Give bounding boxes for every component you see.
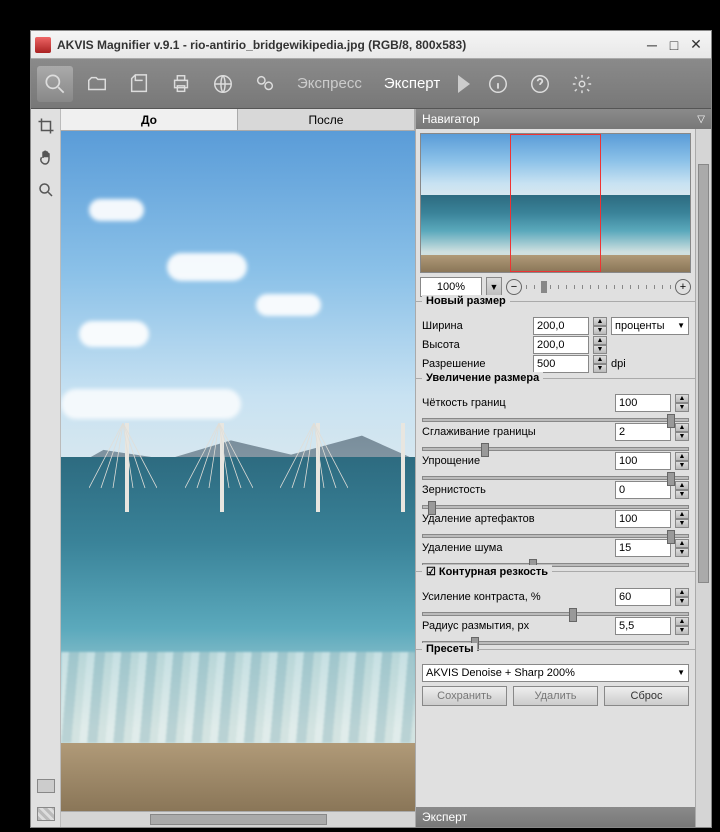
smooth-slider[interactable] — [422, 447, 689, 451]
run-button[interactable] — [458, 75, 470, 93]
save-icon[interactable] — [121, 66, 157, 102]
resolution-label: Разрешение — [422, 358, 529, 370]
settings-icon[interactable] — [564, 66, 600, 102]
tab-after[interactable]: После — [238, 109, 415, 130]
web-icon[interactable] — [205, 66, 241, 102]
window-title: AKVIS Magnifier v.9.1 - rio-antirio_brid… — [57, 38, 641, 52]
section-newsize: Новый размер — [422, 295, 510, 307]
print-icon[interactable] — [163, 66, 199, 102]
close-button[interactable]: ✕ — [685, 36, 707, 54]
expert-mode[interactable]: Эксперт — [376, 75, 448, 92]
navigator-title: Навигатор — [422, 112, 480, 126]
section-enlarge: Увеличение размера — [422, 372, 543, 384]
radius-input[interactable]: 5,5 — [615, 617, 671, 635]
height-input[interactable]: 200,0 — [533, 336, 589, 354]
navigator-preview[interactable] — [420, 133, 691, 273]
zoom-dropdown[interactable]: ▼ — [486, 277, 502, 297]
edge-slider[interactable] — [422, 418, 689, 422]
delete-preset-button[interactable]: Удалить — [513, 686, 598, 706]
crop-icon[interactable] — [35, 115, 57, 137]
contrast-input[interactable]: 60 — [615, 588, 671, 606]
zoom-slider[interactable] — [526, 285, 671, 289]
smooth-input[interactable]: 2 — [615, 423, 671, 441]
zoom-in-icon[interactable]: + — [675, 279, 691, 295]
vertical-scrollbar[interactable] — [695, 129, 711, 827]
hand-icon[interactable] — [35, 147, 57, 169]
express-mode[interactable]: Экспресс — [289, 75, 370, 92]
section-presets: Пресеты — [422, 643, 477, 655]
open-icon[interactable] — [79, 66, 115, 102]
tab-before[interactable]: До — [61, 109, 238, 130]
preset-select[interactable]: AKVIS Denoise + Sharp 200%▼ — [422, 664, 689, 682]
spin-down[interactable]: ▼ — [593, 326, 607, 335]
simplify-input[interactable]: 100 — [615, 452, 671, 470]
image-canvas[interactable] — [61, 131, 415, 811]
zoom-out-icon[interactable]: − — [506, 279, 522, 295]
app-icon — [35, 37, 51, 53]
edge-input[interactable]: 100 — [615, 394, 671, 412]
maximize-button[interactable]: □ — [663, 36, 685, 54]
horizontal-scrollbar[interactable] — [61, 811, 415, 827]
width-input[interactable]: 200,0 — [533, 317, 589, 335]
zoom-icon[interactable] — [35, 179, 57, 201]
batch-icon[interactable] — [247, 66, 283, 102]
help-icon[interactable] — [522, 66, 558, 102]
simplify-slider[interactable] — [422, 476, 689, 480]
artifact-slider[interactable] — [422, 534, 689, 538]
swatch-1[interactable] — [37, 779, 55, 793]
grain-slider[interactable] — [422, 505, 689, 509]
save-preset-button[interactable]: Сохранить — [422, 686, 507, 706]
width-label: Ширина — [422, 320, 529, 332]
reset-preset-button[interactable]: Сброс — [604, 686, 689, 706]
spin-up[interactable]: ▲ — [593, 317, 607, 326]
collapse-icon[interactable]: ▽ — [697, 114, 705, 125]
swatch-2[interactable] — [37, 807, 55, 821]
resolution-input[interactable]: 500 — [533, 355, 589, 373]
noise-input[interactable]: 15 — [615, 539, 671, 557]
section-unsharp[interactable]: Контурная резкость — [422, 565, 552, 578]
footer-label: Эксперт — [422, 810, 467, 824]
artifact-input[interactable]: 100 — [615, 510, 671, 528]
units-select[interactable]: проценты▼ — [611, 317, 689, 335]
height-label: Высота — [422, 339, 529, 351]
magnifier-tool-icon[interactable] — [37, 66, 73, 102]
grain-input[interactable]: 0 — [615, 481, 671, 499]
zoom-value[interactable]: 100% — [420, 277, 482, 297]
contrast-slider[interactable] — [422, 612, 689, 616]
minimize-button[interactable]: ─ — [641, 36, 663, 54]
info-icon[interactable] — [480, 66, 516, 102]
